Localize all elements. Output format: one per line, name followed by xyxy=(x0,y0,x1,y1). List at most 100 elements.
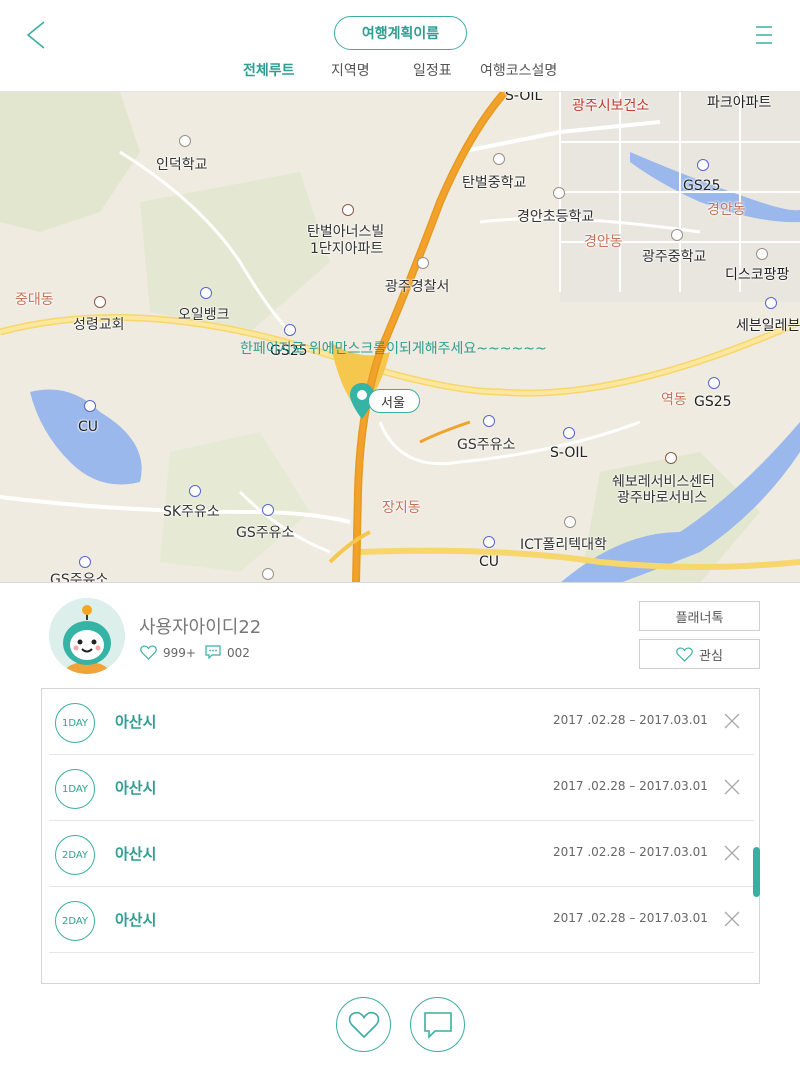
planner-talk-label: 플래너톡 xyxy=(675,610,724,626)
tab-region-name[interactable]: 지역명 xyxy=(331,60,370,80)
likes-value: 999+ xyxy=(163,645,196,660)
map-label: 탄벌중학교 xyxy=(462,175,527,191)
user-id: 사용자아이디22 xyxy=(139,617,262,638)
day-badge: 2DAY xyxy=(55,901,95,941)
tab-course-description[interactable]: 여행코스설명 xyxy=(480,60,557,80)
day-badge: 2DAY xyxy=(55,835,95,875)
speech-bubble-icon xyxy=(423,1011,452,1039)
map-label: 오일뱅크 xyxy=(178,307,230,323)
store-icon xyxy=(708,377,720,389)
close-icon[interactable] xyxy=(723,712,741,730)
interest-label: 관심 xyxy=(699,648,723,664)
gas-station-icon xyxy=(563,427,575,439)
map-label: 광주경찰서 xyxy=(385,279,450,295)
map-label: GS25 xyxy=(694,394,732,410)
gas-station-icon xyxy=(262,504,274,516)
close-icon[interactable] xyxy=(723,910,741,928)
map-label: 중대동 xyxy=(15,292,54,308)
store-icon xyxy=(765,297,777,309)
school-icon xyxy=(262,568,274,580)
school-icon xyxy=(671,229,683,241)
apartment-icon xyxy=(342,204,354,216)
map-label: GS25 xyxy=(683,178,721,194)
like-button[interactable] xyxy=(336,997,391,1052)
map-label: 파크아파트 xyxy=(707,95,772,111)
comment-button[interactable] xyxy=(410,997,465,1052)
city-name: 아산시 xyxy=(115,845,157,863)
map-label: 광주바로서비스 xyxy=(617,490,708,506)
marker-label[interactable]: 서울 xyxy=(368,389,420,413)
store-icon xyxy=(84,400,96,412)
comments-value: 002 xyxy=(227,645,250,660)
route-map[interactable]: S-OIL 광주시보건소 파크아파트 인덕학교 탄벌중학교 GS25 경안동 경… xyxy=(0,92,800,583)
comment-icon xyxy=(205,645,221,660)
city-name: 아산시 xyxy=(115,911,157,929)
map-label: CU xyxy=(78,419,99,435)
store-icon xyxy=(697,159,709,171)
tab-schedule[interactable]: 일정표 xyxy=(413,60,452,80)
map-label: CU xyxy=(479,554,500,570)
school-icon xyxy=(493,153,505,165)
school-icon xyxy=(564,516,576,528)
tab-bar: 전체루트 지역명 일정표 여행코스설명 xyxy=(0,60,800,82)
gas-station-icon xyxy=(200,287,212,299)
list-item[interactable]: 1DAY 아산시 2017 .02.28 – 2017.03.01 xyxy=(49,689,754,755)
map-label: 역동 xyxy=(661,392,687,408)
list-item[interactable]: 1DAY 아산시 2017 .02.28 – 2017.03.01 xyxy=(49,755,754,821)
map-label: GS주유소 xyxy=(457,437,516,453)
likes-count: 999+ xyxy=(140,645,196,660)
map-label: GS주유소 xyxy=(50,572,109,583)
map-label: 성령교회 xyxy=(73,317,125,333)
top-bar: 여행계획이름 전체루트 지역명 일정표 여행코스설명 xyxy=(0,0,800,92)
map-label: 광주중학교 xyxy=(642,249,707,265)
close-icon[interactable] xyxy=(723,778,741,796)
tab-full-route[interactable]: 전체루트 xyxy=(243,60,295,80)
scroll-hint-text: 한페이지로 위에만스크롤이되게해주세요~~~~~~ xyxy=(240,341,547,357)
car-service-icon xyxy=(665,452,677,464)
planner-talk-button[interactable]: 플래너톡 xyxy=(639,601,760,631)
gas-station-icon xyxy=(189,485,201,497)
list-scrollbar[interactable] xyxy=(753,847,760,897)
map-label: 1단지아파트 xyxy=(310,241,384,257)
list-item[interactable]: 2DAY 아산시 2017 .02.28 – 2017.03.01 xyxy=(49,887,754,953)
profile-section: 사용자아이디22 999+ 002 플래너톡 관심 xyxy=(0,583,800,688)
map-label: 광주시보건소 xyxy=(572,98,650,114)
police-icon xyxy=(417,257,429,269)
map-label: 경안동 xyxy=(584,234,623,250)
list-item[interactable]: 2DAY 아산시 2017 .02.28 – 2017.03.01 xyxy=(49,821,754,887)
school-icon xyxy=(553,187,565,199)
map-label: 장지동 xyxy=(382,500,421,516)
heart-icon xyxy=(348,1011,379,1038)
avatar[interactable] xyxy=(49,598,125,674)
map-label: ICT폴리텍대학 xyxy=(520,537,607,553)
day-badge: 1DAY xyxy=(55,703,95,743)
hamburger-menu-icon[interactable] xyxy=(750,20,780,50)
back-arrow-icon[interactable] xyxy=(22,18,52,52)
map-label: S-OIL xyxy=(550,445,588,461)
map-label: 인덕학교 xyxy=(156,157,208,173)
robot-mascot-icon xyxy=(49,598,125,674)
interest-button[interactable]: 관심 xyxy=(639,639,760,669)
date-range: 2017 .02.28 – 2017.03.01 xyxy=(553,713,708,727)
city-name: 아산시 xyxy=(115,779,157,797)
city-name: 아산시 xyxy=(115,713,157,731)
amusement-icon xyxy=(756,248,768,260)
map-label: GS주유소 xyxy=(236,525,295,541)
map-label: S-OIL xyxy=(505,92,543,104)
itinerary-list[interactable]: 1DAY 아산시 2017 .02.28 – 2017.03.01 1DAY 아… xyxy=(41,688,760,984)
heart-icon xyxy=(676,646,693,662)
gas-station-icon xyxy=(79,556,91,568)
map-label: 경안동 xyxy=(707,202,746,218)
map-label: SK주유소 xyxy=(163,504,220,520)
day-badge: 1DAY xyxy=(55,769,95,809)
date-range: 2017 .02.28 – 2017.03.01 xyxy=(553,911,708,925)
heart-icon xyxy=(140,645,157,660)
map-label: 디스코팡팡 xyxy=(725,267,790,283)
store-icon xyxy=(284,324,296,336)
plan-name-button[interactable]: 여행계획이름 xyxy=(334,16,467,50)
gas-station-icon xyxy=(483,415,495,427)
comments-count: 002 xyxy=(205,645,250,660)
close-icon[interactable] xyxy=(723,844,741,862)
school-icon xyxy=(179,135,191,147)
date-range: 2017 .02.28 – 2017.03.01 xyxy=(553,845,708,859)
